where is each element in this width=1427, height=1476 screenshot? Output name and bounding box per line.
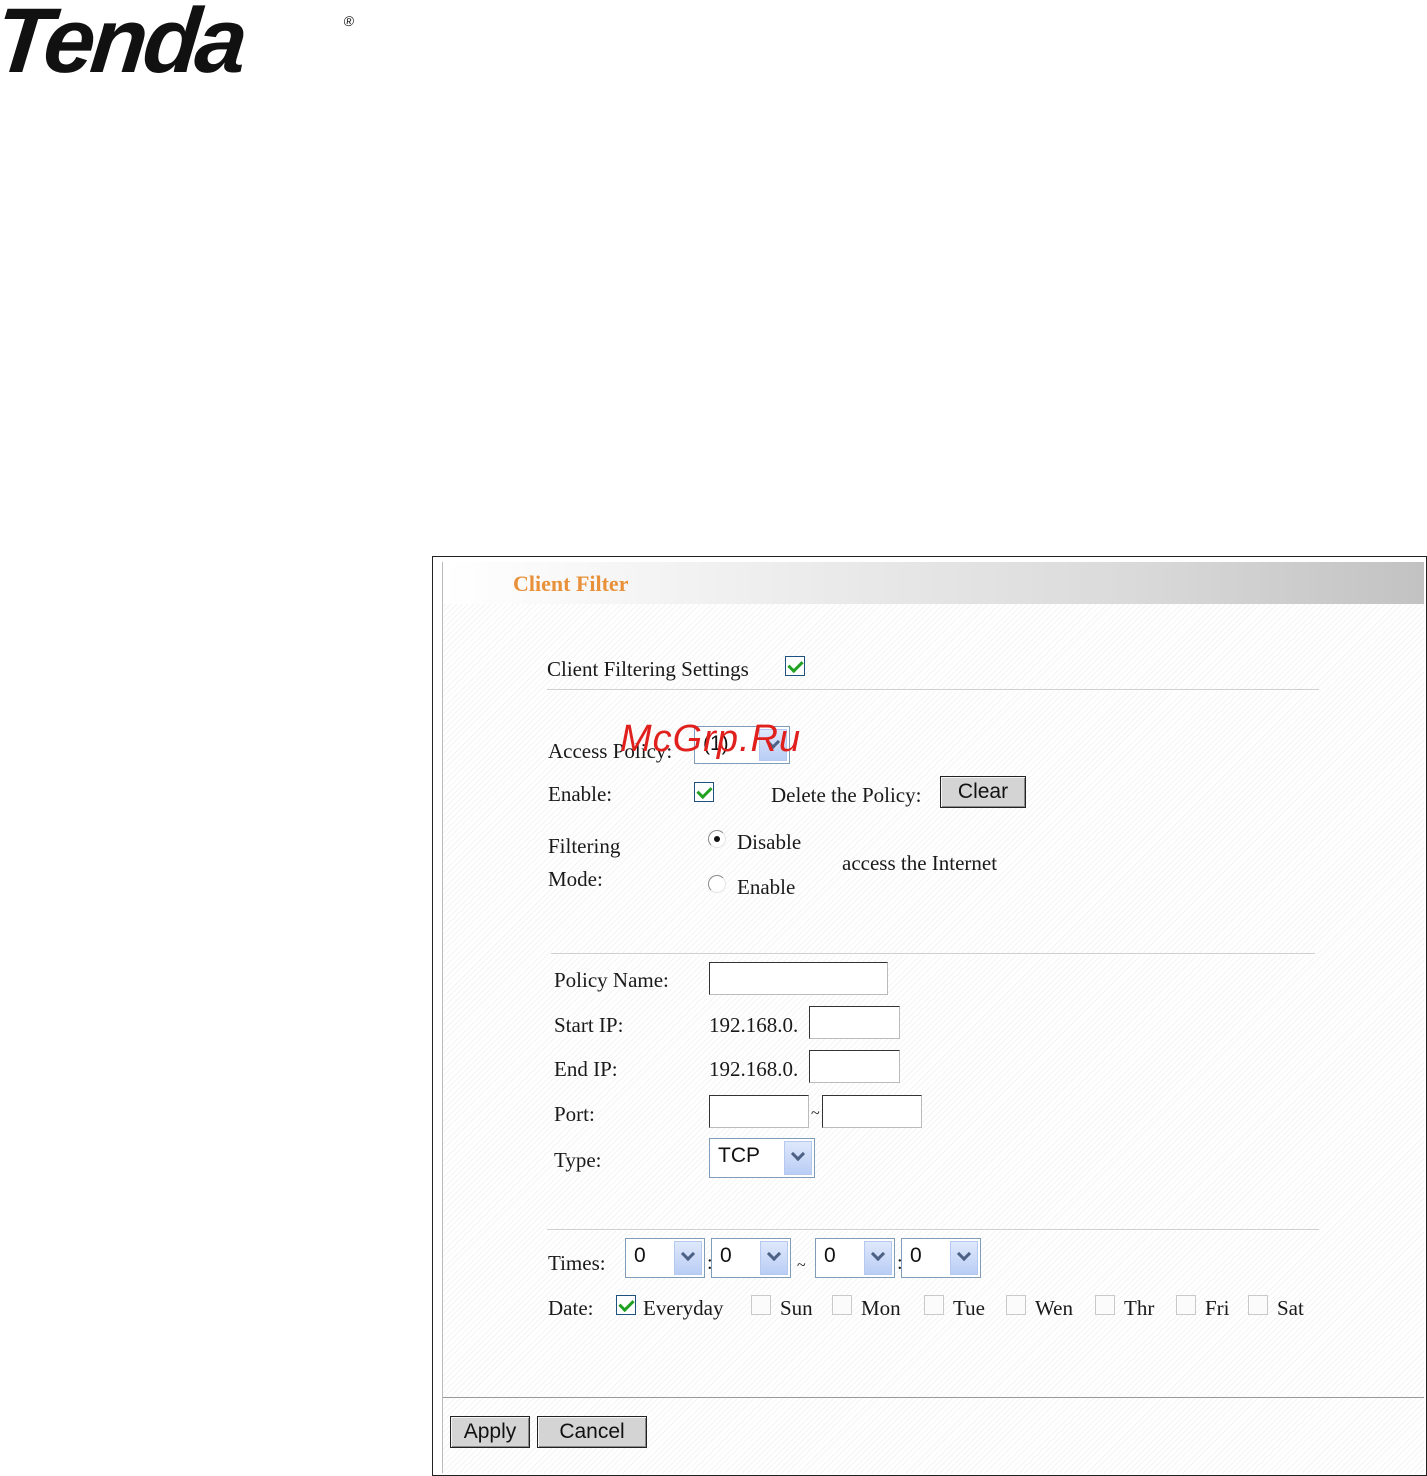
divider [547,1229,1319,1231]
port-label: Port: [554,1102,595,1126]
start-minute-value: 0 [720,1244,732,1267]
date-mon-label: Mon [861,1296,901,1320]
checkmark-icon [787,656,804,674]
port-from-input[interactable] [709,1095,809,1128]
footer-divider [443,1397,1424,1398]
date-thr-label: Thr [1124,1296,1155,1320]
delete-policy-label: Delete the Policy: [771,783,922,807]
date-thr-checkbox[interactable] [1095,1295,1115,1315]
cancel-button[interactable]: Cancel [537,1416,647,1448]
panel-title: Client Filter [513,571,629,596]
enable-checkbox[interactable] [694,782,714,802]
start-minute-select[interactable]: 0 [711,1238,791,1278]
policy-name-input[interactable] [709,962,888,995]
date-mon-checkbox[interactable] [832,1295,852,1315]
date-fri-checkbox[interactable] [1176,1295,1196,1315]
filtering-mode-label-line1: Filtering [548,834,621,858]
registered-mark: ® [342,13,355,29]
client-filtering-settings-label: Client Filtering Settings [547,657,749,681]
port-to-input[interactable] [822,1095,922,1128]
end-ip-prefix: 192.168.0. [709,1057,799,1081]
end-hour-select[interactable]: 0 [815,1238,895,1278]
end-ip-label: End IP: [554,1057,618,1081]
clear-button[interactable]: Clear [940,776,1026,808]
filtering-mode-disable-radio[interactable] [708,830,726,848]
chevron-down-icon [760,1241,788,1275]
date-wen-checkbox[interactable] [1006,1295,1026,1315]
time-range-separator: ~ [797,1257,806,1274]
date-everyday-checkbox[interactable] [616,1295,636,1315]
divider [547,689,1319,691]
date-everyday-label: Everyday [643,1296,724,1320]
divider [551,953,1315,955]
start-ip-label: Start IP: [554,1013,624,1037]
radio-selected-dot [714,836,720,842]
client-filtering-settings-checkbox[interactable] [785,656,805,676]
end-hour-value: 0 [824,1244,836,1267]
date-tue-label: Tue [953,1296,985,1320]
date-fri-label: Fri [1205,1296,1230,1320]
apply-button[interactable]: Apply [450,1416,530,1448]
chevron-down-icon [864,1241,892,1275]
policy-name-label: Policy Name: [554,968,669,992]
filtering-mode-label-line2: Mode: [548,867,603,891]
chevron-down-icon [950,1241,978,1275]
end-ip-input[interactable] [809,1050,900,1083]
tenda-logo: Tenda ® [0,0,355,92]
enable-label: Enable: [548,782,613,806]
date-sun-label: Sun [780,1296,813,1320]
end-minute-select[interactable]: 0 [901,1238,981,1278]
date-wen-label: Wen [1035,1296,1073,1320]
watermark: McGrp.Ru [620,718,802,760]
port-separator: ~ [811,1105,820,1122]
client-filter-panel: Client Filter Client Filtering Settings … [432,556,1427,1476]
start-ip-prefix: 192.168.0. [709,1013,799,1037]
end-minute-value: 0 [910,1244,922,1267]
type-label: Type: [554,1148,602,1172]
chevron-down-icon [784,1141,812,1175]
filtering-mode-enable-radio[interactable] [708,875,726,893]
logo-text: Tenda [0,0,249,92]
date-sun-checkbox[interactable] [751,1295,771,1315]
panel-body: Client Filter Client Filtering Settings … [442,562,1424,1473]
date-sat-label: Sat [1277,1296,1304,1320]
chevron-down-icon [674,1241,702,1275]
type-select[interactable]: TCP [709,1138,815,1178]
date-label: Date: [548,1296,594,1320]
filtering-mode-disable-label: Disable [737,830,802,854]
type-value: TCP [718,1144,760,1167]
checkmark-icon [618,1295,635,1313]
filtering-mode-enable-label: Enable [737,875,796,899]
start-hour-value: 0 [634,1244,646,1267]
panel-titlebar: Client Filter [443,562,1424,604]
start-ip-input[interactable] [809,1006,900,1039]
start-hour-select[interactable]: 0 [625,1238,705,1278]
date-tue-checkbox[interactable] [924,1295,944,1315]
times-label: Times: [548,1251,606,1275]
filtering-mode-suffix: access the Internet [842,851,998,875]
date-sat-checkbox[interactable] [1248,1295,1268,1315]
checkmark-icon [696,782,713,800]
